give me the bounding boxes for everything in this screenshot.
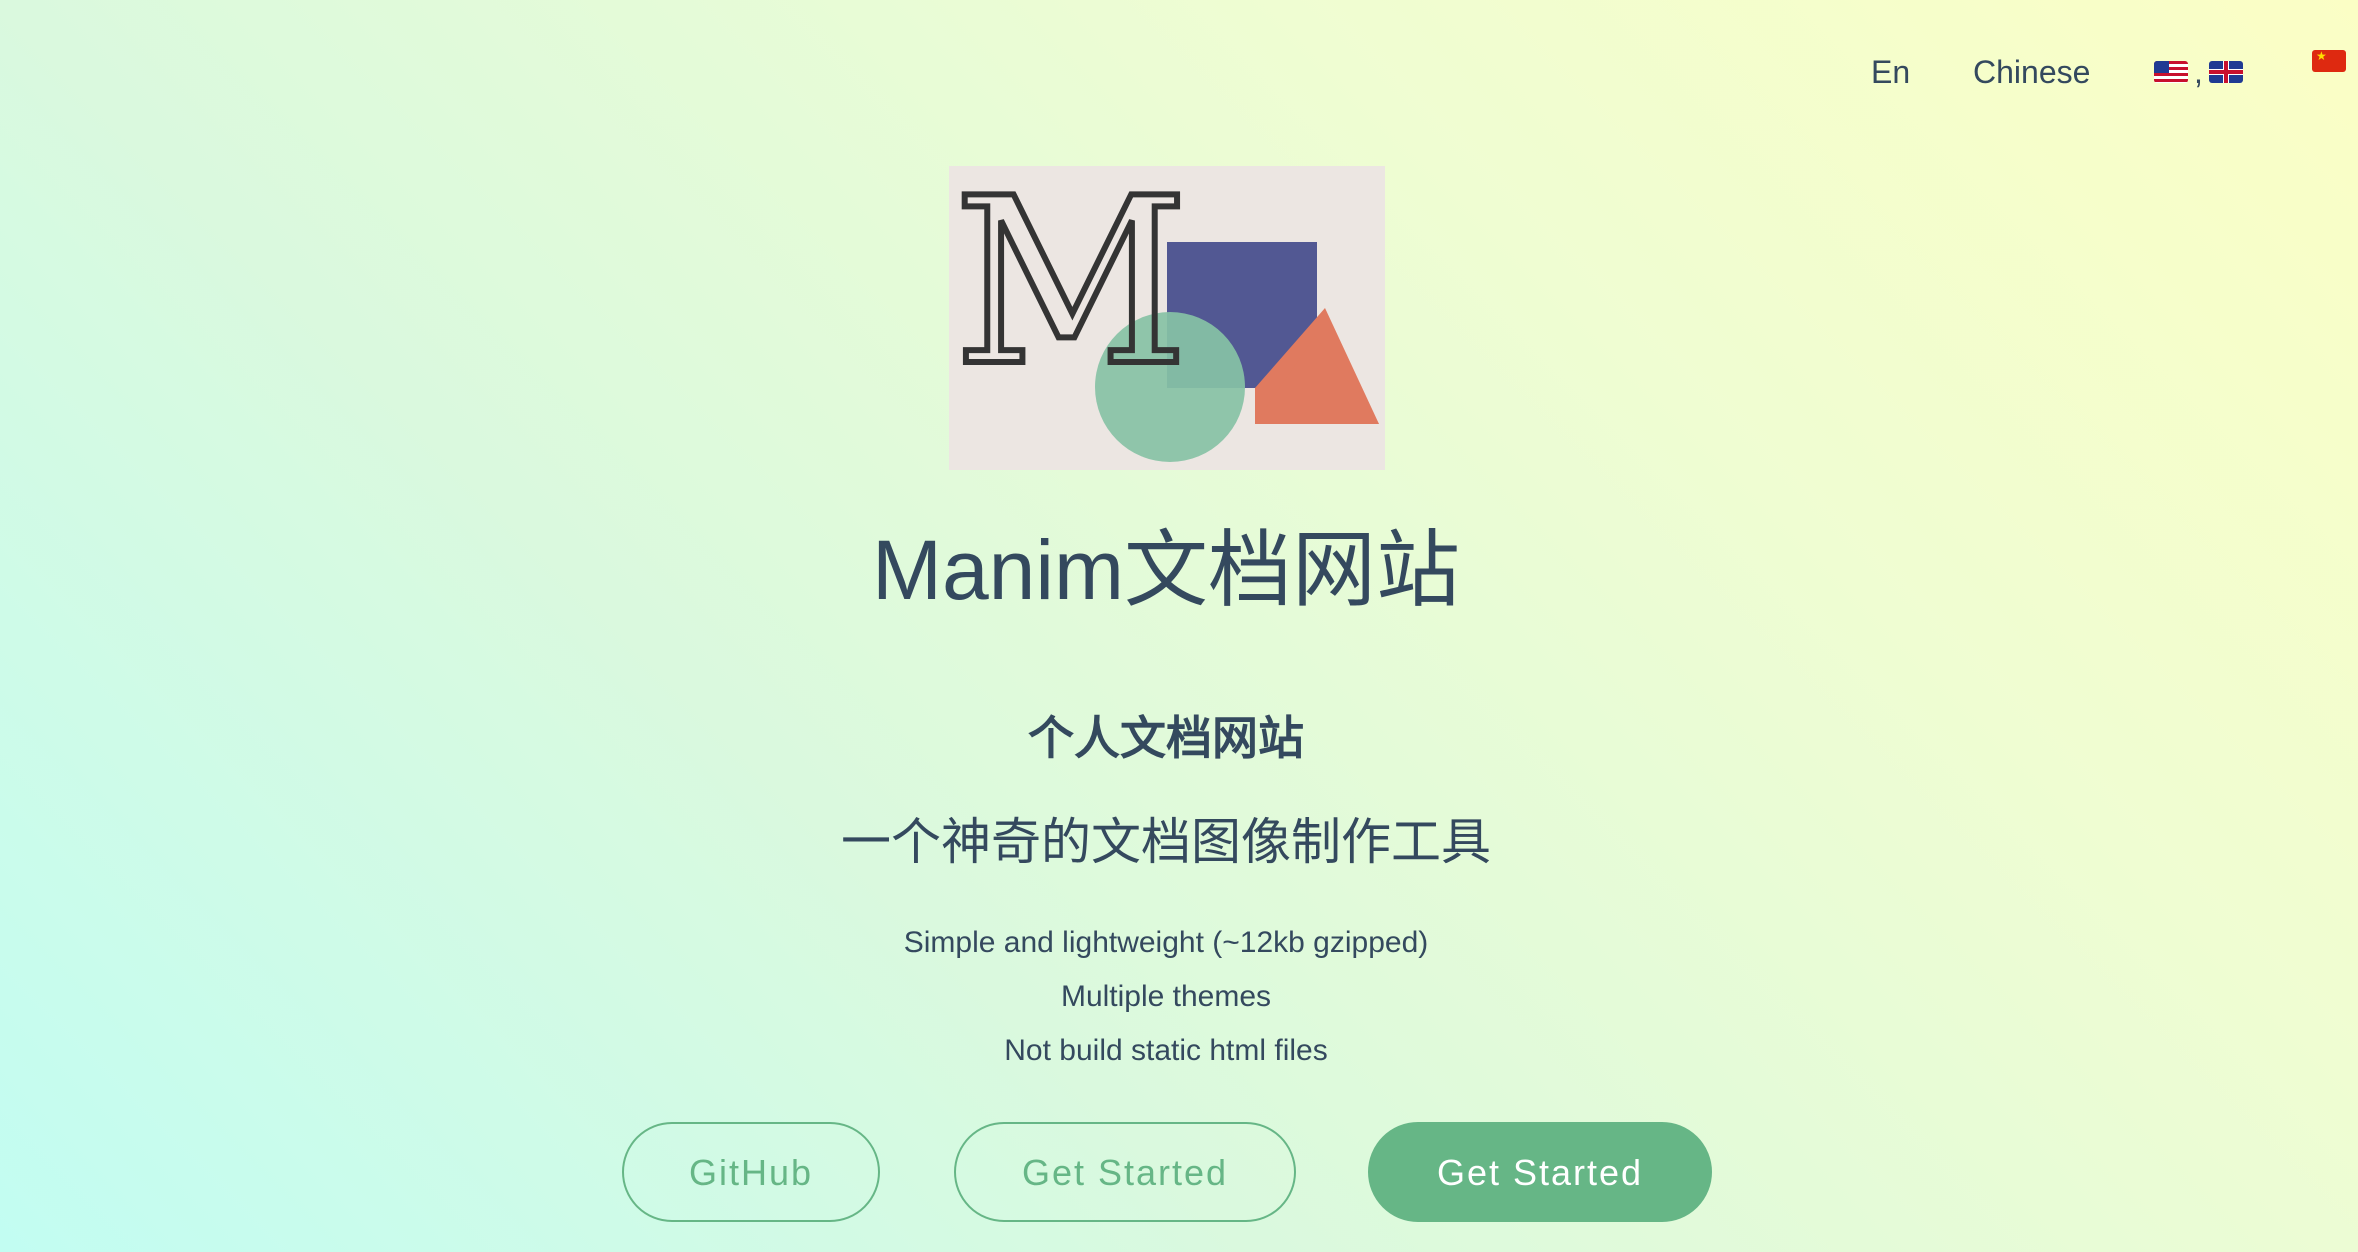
feature-item: Not build static html files: [1004, 1034, 1328, 1067]
feature-item: Multiple themes: [1060, 980, 1272, 1013]
top-nav: En Chinese ,: [0, 50, 2358, 94]
get-started-primary-button[interactable]: Get Started: [1368, 1122, 1712, 1222]
get-started-outline-button[interactable]: Get Started: [954, 1122, 1296, 1222]
page-subtitle: 个人文档网站: [1028, 712, 1304, 764]
manim-logo-graphic: M: [949, 166, 1385, 470]
us-flag-icon: [2154, 61, 2188, 83]
flag-separator: ,: [2194, 54, 2203, 90]
nav-item-chinese[interactable]: Chinese: [1973, 50, 2090, 94]
nav-item-chinese-flag[interactable]: [2312, 50, 2346, 72]
github-button[interactable]: GitHub: [622, 1122, 880, 1222]
page-title: Manim文档网站: [871, 523, 1461, 617]
nav-item-en[interactable]: En: [1871, 50, 1910, 94]
page-tagline: 一个神奇的文档图像制作工具: [841, 814, 1491, 870]
feature-list: Simple and lightweight (~12kb gzipped) M…: [0, 916, 2332, 1078]
china-flag-icon: [2312, 50, 2346, 72]
nav-item-english-flags[interactable]: ,: [2154, 50, 2243, 94]
manim-logo: M: [949, 166, 1385, 470]
feature-item: Simple and lightweight (~12kb gzipped): [903, 926, 1429, 959]
uk-flag-icon: [2208, 61, 2243, 83]
logo-letter: M: [953, 166, 1189, 417]
